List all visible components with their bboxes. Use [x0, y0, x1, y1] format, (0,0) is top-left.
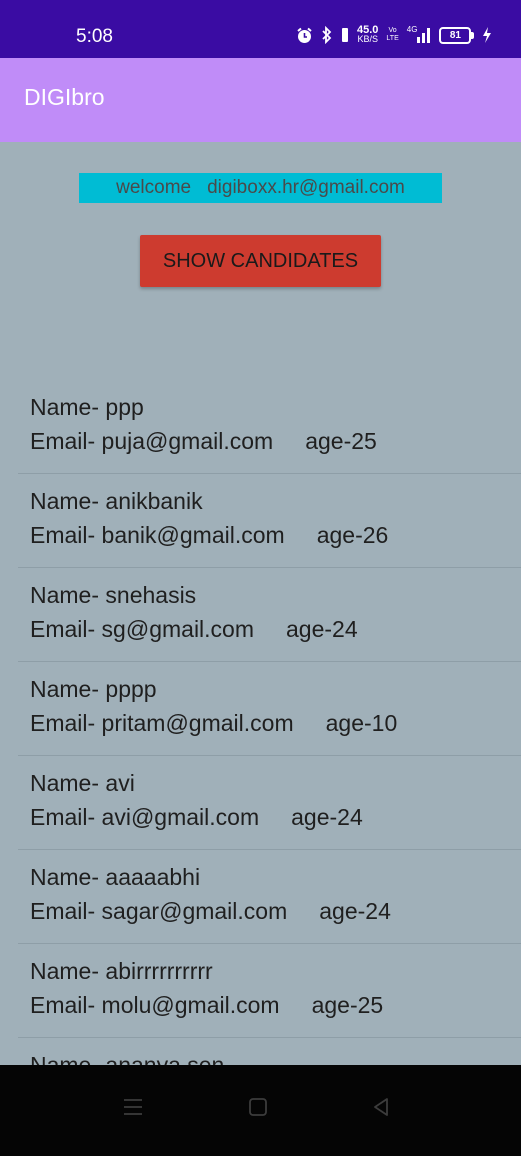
candidate-email: Email- pritam@gmail.com	[30, 710, 294, 736]
app-bar: DIGIbro	[0, 58, 521, 142]
status-bar: 5:08 45.0 KB/S Vo LTE 4G 81	[0, 0, 521, 58]
candidate-name: Name- anikbanik	[30, 488, 203, 514]
candidate-email: Email- banik@gmail.com	[30, 522, 285, 548]
candidate-email: Email- puja@gmail.com	[30, 428, 274, 454]
welcome-banner: welcome digiboxx.hr@gmail.com	[79, 173, 442, 203]
bluetooth-icon	[321, 26, 333, 44]
candidate-age: age-26	[316, 522, 389, 548]
candidate-email: Email- sg@gmail.com	[30, 616, 255, 642]
list-item[interactable]: Name- abirrrrrrrrrr Email- molu@gmail.co…	[18, 944, 521, 1038]
show-candidates-button[interactable]: SHOW CANDIDATES	[140, 235, 381, 287]
volte-top: Vo	[388, 27, 397, 34]
signal-icon: 4G	[406, 24, 432, 43]
list-item[interactable]: Name- ananya sen	[18, 1038, 521, 1065]
volte-bottom: LTE	[386, 35, 399, 42]
candidate-name: Name- snehasis	[30, 582, 197, 608]
battery-level: 81	[439, 26, 472, 44]
volte-indicator: Vo LTE	[386, 27, 398, 43]
candidate-name: Name- abirrrrrrrrrr	[30, 958, 213, 984]
list-item[interactable]: Name- ppp Email- puja@gmail.com age-25	[18, 380, 521, 474]
welcome-prefix: welcome	[116, 177, 192, 198]
vibrate-icon	[341, 27, 349, 43]
candidate-name: Name- ppp	[30, 394, 144, 420]
list-item[interactable]: Name- aaaaabhi Email- sagar@gmail.com age…	[18, 850, 521, 944]
candidate-age: age-24	[291, 804, 363, 830]
status-icons: 45.0 KB/S Vo LTE 4G 81	[296, 22, 492, 48]
candidate-age: age-25	[311, 992, 384, 1018]
alarm-icon	[296, 27, 313, 44]
list-item[interactable]: Name- pppp Email- pritam@gmail.com age-10	[18, 662, 521, 756]
candidate-name: Name- aaaaabhi	[30, 864, 201, 890]
navigation-bar	[0, 1065, 521, 1156]
list-item[interactable]: Name- avi Email- avi@gmail.com age-24	[18, 756, 521, 850]
candidate-age: age-24	[286, 616, 358, 642]
app-title: DIGIbro	[24, 84, 105, 110]
network-speed: 45.0 KB/S	[357, 25, 378, 44]
network-type: 4G	[406, 24, 418, 34]
candidate-age: age-24	[319, 898, 391, 924]
candidate-name: Name- pppp	[30, 676, 157, 702]
candidate-age: age-10	[325, 710, 398, 736]
list-item[interactable]: Name- anikbanik Email- banik@gmail.com ag…	[18, 474, 521, 568]
list-item[interactable]: Name- snehasis Email- sg@gmail.com age-24	[18, 568, 521, 662]
status-time: 5:08	[76, 26, 113, 47]
menu-icon[interactable]	[122, 1097, 144, 1121]
home-icon[interactable]	[248, 1097, 268, 1121]
candidate-email: Email- sagar@gmail.com	[30, 898, 288, 924]
candidate-list[interactable]: Name- ppp Email- puja@gmail.com age-25 Na…	[18, 380, 521, 1065]
charging-icon	[482, 27, 492, 43]
candidate-email: Email- avi@gmail.com	[30, 804, 260, 830]
speed-unit: KB/S	[357, 34, 378, 44]
back-icon[interactable]	[372, 1097, 390, 1121]
candidate-email: Email- molu@gmail.com	[30, 992, 280, 1018]
candidate-name: Name- avi	[30, 770, 135, 796]
welcome-email: digiboxx.hr@gmail.com	[207, 177, 405, 198]
screen: 5:08 45.0 KB/S Vo LTE 4G 81 DIGIbro welc…	[0, 0, 521, 1156]
candidate-name: Name- ananya sen	[30, 1052, 225, 1065]
candidate-age: age-25	[305, 428, 377, 454]
battery-icon: 81	[439, 26, 475, 44]
